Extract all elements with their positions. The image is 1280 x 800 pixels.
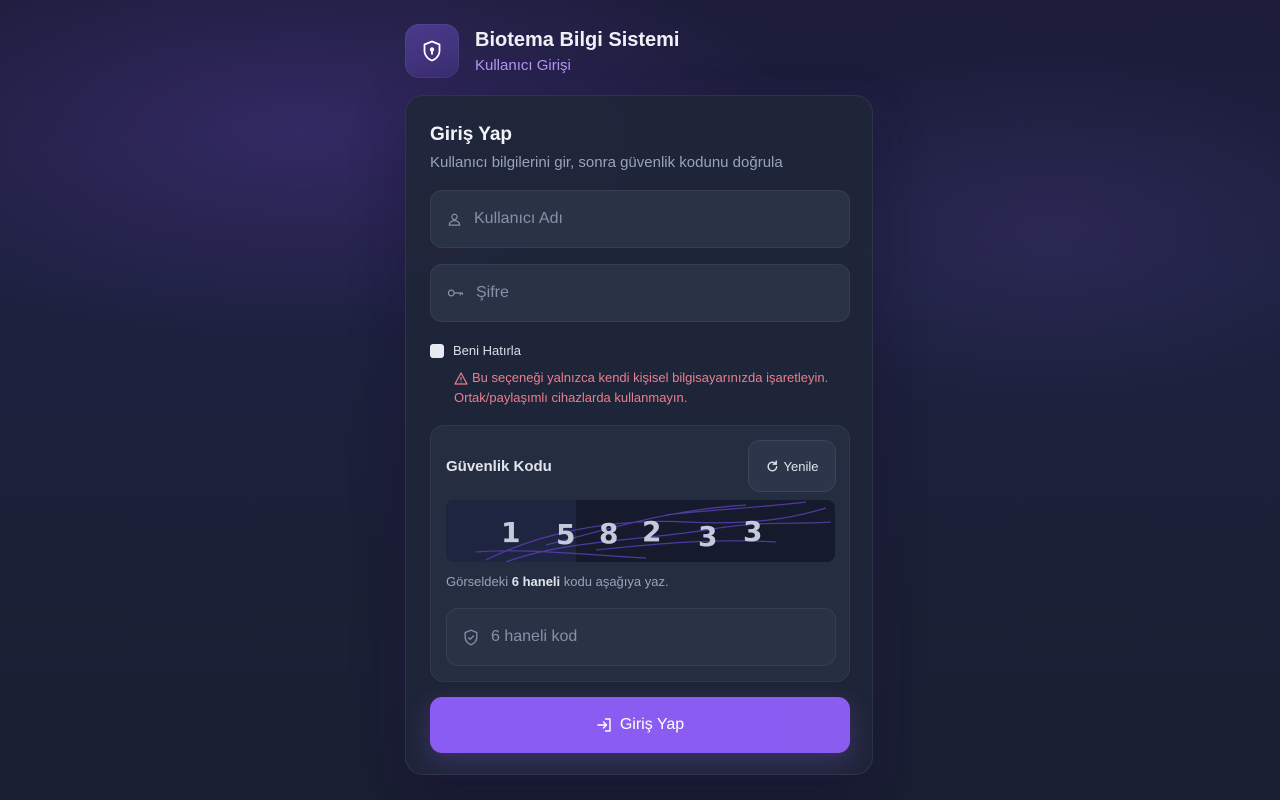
remember-label: Beni Hatırla <box>453 343 521 358</box>
app-header: Biotema Bilgi Sistemi Kullanıcı Girişi <box>405 24 680 78</box>
password-field[interactable] <box>430 264 850 322</box>
key-icon <box>447 287 464 299</box>
captcha-digit: 5 <box>556 518 575 551</box>
warning-text-line2: Ortak/paylaşımlı cihazlarda kullanmayın. <box>454 390 688 405</box>
captcha-hint: Görseldeki 6 haneli kodu aşağıya yaz. <box>446 574 669 589</box>
shield-lock-icon <box>420 39 444 63</box>
login-submit-label: Giriş Yap <box>619 716 685 733</box>
captcha-title: Güvenlik Kodu <box>446 458 552 475</box>
form-title: Giriş Yap <box>430 124 513 145</box>
captcha-hint-bold: 6 haneli <box>511 574 561 589</box>
refresh-icon <box>766 459 779 473</box>
captcha-digit: 1 <box>501 516 520 549</box>
captcha-digit: 2 <box>642 515 661 548</box>
remember-checkbox[interactable] <box>430 343 444 358</box>
remember-warning: Bu seçeneği yalnızca kendi kişisel bilgi… <box>454 368 854 408</box>
password-input[interactable] <box>474 283 838 303</box>
username-input[interactable] <box>472 209 836 229</box>
login-card: Giriş Yap Kullanıcı bilgilerini gir, son… <box>405 95 873 775</box>
username-field[interactable] <box>430 190 850 248</box>
captcha-digit: 3 <box>698 520 717 553</box>
login-icon <box>596 717 613 733</box>
captcha-image: 1 582 33 <box>446 500 835 562</box>
app-title: Biotema Bilgi Sistemi <box>475 29 680 51</box>
warning-text-line1: Bu seçeneği yalnızca kendi kişisel bilgi… <box>472 370 829 385</box>
app-logo <box>405 24 459 78</box>
captcha-code-field[interactable] <box>446 608 836 666</box>
refresh-captcha-button[interactable]: Yenile <box>748 440 836 492</box>
login-submit-button[interactable]: Giriş Yap <box>430 697 850 753</box>
captcha-code-input[interactable] <box>489 627 835 647</box>
shield-check-icon <box>463 629 479 646</box>
refresh-label: Yenile <box>783 458 819 474</box>
captcha-panel: Güvenlik Kodu Yenile 1 5 8 2 3 3 Görseld… <box>430 425 850 682</box>
remember-me[interactable]: Beni Hatırla <box>430 343 521 358</box>
warning-icon <box>454 371 468 385</box>
captcha-digit: 3 <box>743 515 762 548</box>
captcha-digit: 8 <box>599 517 618 550</box>
captcha-svg: 1 582 33 <box>446 500 832 562</box>
user-icon <box>447 212 462 227</box>
form-subtitle: Kullanıcı bilgilerini gir, sonra güvenli… <box>430 154 783 171</box>
app-subtitle: Kullanıcı Girişi <box>475 57 571 74</box>
